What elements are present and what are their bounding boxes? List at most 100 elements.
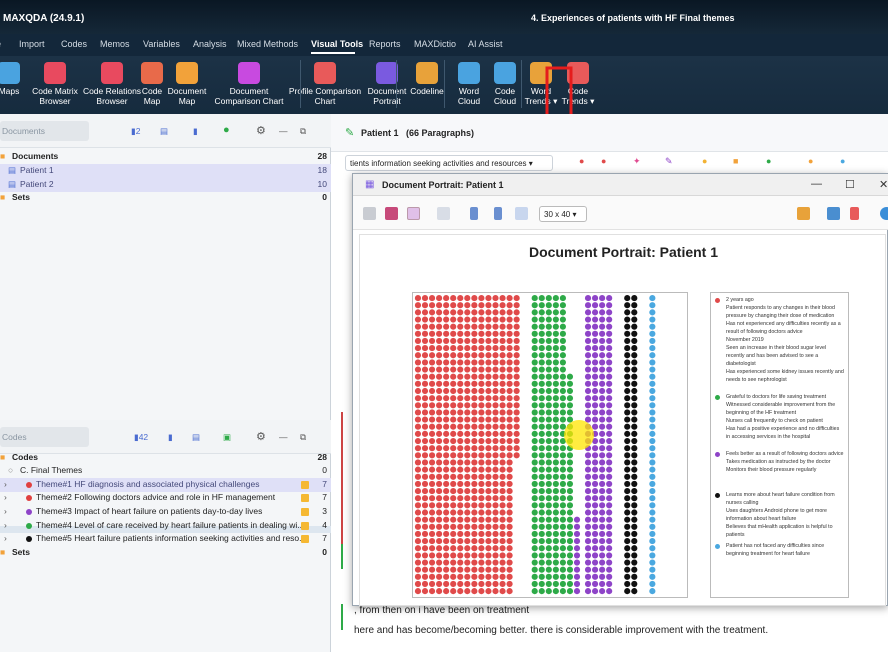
tree-node[interactable]: ■ Codes 28 xyxy=(0,451,331,465)
code-matrix-browser-button[interactable]: Code Matrix Browser xyxy=(24,62,86,106)
grid-view-icon[interactable] xyxy=(407,207,420,220)
link-icon[interactable]: ● xyxy=(766,156,771,166)
portrait-dot xyxy=(464,380,471,387)
export-icon[interactable] xyxy=(850,207,859,220)
codes-undock-icon[interactable]: ⧉ xyxy=(300,432,306,443)
documents-count-badge[interactable]: ▮2 xyxy=(131,126,140,137)
code-activate-icon[interactable]: ▤ xyxy=(192,432,200,443)
pen-icon[interactable]: ✎ xyxy=(665,156,673,167)
tree-node[interactable]: ■ Sets 0 xyxy=(0,546,331,560)
portrait-dot xyxy=(606,294,613,302)
maximize-button[interactable]: ☐ xyxy=(845,178,855,191)
code-item[interactable]: › Theme#5 Heart failure patients informat… xyxy=(0,532,331,546)
portrait-dot xyxy=(450,480,457,487)
menu-import[interactable]: Import xyxy=(19,39,45,49)
comment-icon[interactable]: ● xyxy=(808,156,813,166)
menu-maxdictio[interactable]: MAXDictio xyxy=(414,39,456,49)
activate-icon[interactable]: ▤ xyxy=(160,126,168,137)
document-comparison-chart-button[interactable]: Document Comparison Chart xyxy=(207,62,291,106)
expand-chevron-icon[interactable]: › xyxy=(4,519,7,533)
code-list-icon[interactable] xyxy=(385,207,398,220)
portrait-dot xyxy=(478,516,485,523)
portrait-dot xyxy=(545,359,552,366)
code-select-dropdown[interactable]: tients information seeking activities an… xyxy=(345,155,553,171)
menu-memos[interactable]: Memos xyxy=(100,39,130,49)
menu-visual-tools[interactable]: Visual Tools xyxy=(311,39,363,49)
add-document-icon[interactable]: ● xyxy=(223,124,230,136)
codes-settings-icon[interactable]: ⚙ xyxy=(256,430,266,443)
menu-ai-assist[interactable]: AI Assist xyxy=(468,39,503,49)
portrait-dot xyxy=(591,352,599,359)
memo-icon[interactable] xyxy=(301,535,309,543)
menu-analysis[interactable]: Analysis xyxy=(193,39,227,49)
filter-icon[interactable]: ▮ xyxy=(193,126,198,137)
portrait-dot xyxy=(443,523,450,530)
ribbon-separator xyxy=(396,60,397,108)
emoticode-icon[interactable]: ● xyxy=(702,156,707,166)
settings-icon[interactable]: ⚙ xyxy=(256,124,266,137)
document-icon[interactable] xyxy=(363,207,376,220)
code-item[interactable]: › Theme#2 Following doctors advice and ro… xyxy=(0,491,331,505)
new-code-icon[interactable]: ▣ xyxy=(223,432,231,443)
help-icon[interactable] xyxy=(880,207,888,220)
portrait-dot xyxy=(485,430,492,437)
menu-e[interactable]: e xyxy=(0,39,1,49)
document-text-line[interactable]: , from then on i have been on treatment xyxy=(354,605,529,616)
camera-icon[interactable] xyxy=(827,207,840,220)
tree-node[interactable]: ■ Sets 0 xyxy=(0,191,331,205)
codes-minimize-icon[interactable]: — xyxy=(279,432,288,442)
color-scheme-icon[interactable] xyxy=(797,207,810,220)
memo-icon[interactable] xyxy=(301,494,309,502)
close-button[interactable]: ✕ xyxy=(879,178,888,191)
symbol-icon[interactable]: ■ xyxy=(733,156,738,166)
minimize-pane-icon[interactable]: — xyxy=(279,126,288,136)
memo-icon[interactable] xyxy=(301,481,309,489)
ai-icon[interactable]: ● xyxy=(840,156,845,166)
sort-toggle-icon[interactable] xyxy=(515,207,528,220)
word-cloud-button[interactable]: Word Cloud xyxy=(449,62,489,106)
memo-icon[interactable] xyxy=(301,508,309,516)
sort-ascending-icon[interactable] xyxy=(470,207,478,220)
memo-icon[interactable] xyxy=(301,522,309,530)
tree-node[interactable]: ○ C. Final Themes 0 xyxy=(0,464,331,478)
codes-search-input[interactable]: Codes xyxy=(0,427,89,447)
codes-count-badge[interactable]: ▮42 xyxy=(134,432,148,443)
document-map-button[interactable]: Document Map xyxy=(164,62,210,106)
expand-chevron-icon[interactable]: › xyxy=(4,491,7,505)
portrait-dot xyxy=(591,509,599,516)
code-icon-2[interactable]: ● xyxy=(601,156,606,166)
document-item[interactable]: ▤ Patient 2 10 xyxy=(0,178,331,192)
grid-size-select[interactable]: 30 x 40 ▾ xyxy=(539,206,587,222)
expand-chevron-icon[interactable]: › xyxy=(4,478,7,492)
expand-chevron-icon[interactable]: › xyxy=(4,532,7,546)
edit-icon[interactable]: ✎ xyxy=(345,126,354,139)
code-icon-1[interactable]: ● xyxy=(579,156,584,166)
code-item[interactable]: › Theme#3 Impact of heart failure on pati… xyxy=(0,505,331,519)
window-title-bar[interactable]: ▦ Document Portrait: Patient 1 — ☐ ✕ xyxy=(353,174,888,196)
portrait-dot xyxy=(428,316,436,323)
sort-descending-icon[interactable] xyxy=(494,207,502,220)
menu-mixed-methods[interactable]: Mixed Methods xyxy=(237,39,298,49)
portrait-dot xyxy=(457,559,464,566)
menu-reports[interactable]: Reports xyxy=(369,39,401,49)
expand-chevron-icon[interactable]: › xyxy=(4,505,7,519)
portrait-dot xyxy=(649,466,656,473)
documents-search-input[interactable]: Documents xyxy=(0,121,89,141)
highlight-icon[interactable]: ✦ xyxy=(633,156,641,167)
code-item[interactable]: › Theme#4 Level of care received by heart… xyxy=(0,519,331,533)
menu-codes[interactable]: Codes xyxy=(61,39,87,49)
code-filter-icon[interactable]: ▮ xyxy=(168,432,173,443)
minimize-button[interactable]: — xyxy=(811,178,822,190)
profile-comparison-chart-button[interactable]: Profile Comparison Chart xyxy=(283,62,367,106)
menu-variables[interactable]: Variables xyxy=(143,39,180,49)
document-text-line[interactable]: here and has become/becoming better. the… xyxy=(354,625,768,636)
list-view-icon[interactable] xyxy=(437,207,450,220)
document-portrait-grid[interactable] xyxy=(412,292,688,598)
tree-node[interactable]: ■ Documents 28 xyxy=(0,150,331,164)
document-item[interactable]: ▤ Patient 1 18 xyxy=(0,164,331,178)
portrait-dot xyxy=(591,502,599,509)
code-item[interactable]: › Theme#1 HF diagnosis and associated phy… xyxy=(0,478,331,492)
undock-icon[interactable]: ⧉ xyxy=(300,126,306,137)
portrait-dot xyxy=(606,566,613,573)
portrait-dot xyxy=(443,352,450,359)
